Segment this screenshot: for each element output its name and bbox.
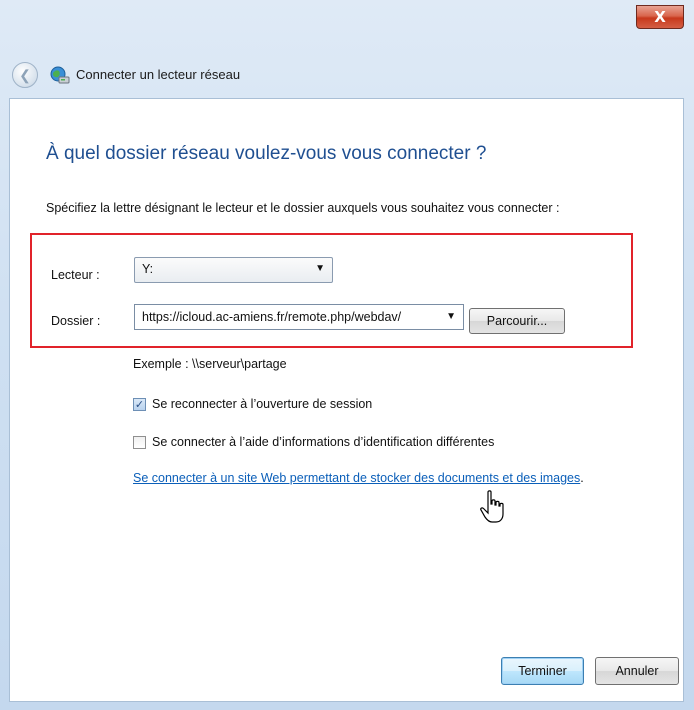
cancel-button[interactable]: Annuler	[595, 657, 679, 685]
other-credentials-checkbox[interactable]	[133, 435, 146, 449]
browse-button[interactable]: Parcourir...	[469, 308, 565, 334]
web-storage-link-row: Se connecter à un site Web permettant de…	[133, 471, 584, 485]
reconnect-checkbox[interactable]: ✓	[133, 397, 146, 411]
hand-pointer-icon	[480, 490, 504, 523]
folder-combobox[interactable]: https://icloud.ac-amiens.fr/remote.php/w…	[134, 304, 464, 330]
drive-value: Y:	[142, 262, 154, 276]
link-suffix: .	[580, 471, 584, 485]
other-credentials-label: Se connecter à l’aide d’informations d’i…	[152, 435, 495, 449]
reconnect-label: Se reconnecter à l’ouverture de session	[152, 397, 373, 411]
drive-label: Lecteur :	[51, 268, 100, 282]
chevron-down-icon[interactable]: ▼	[446, 311, 456, 322]
back-arrow-icon: ❮	[19, 66, 31, 83]
instructions-text: Spécifiez la lettre désignant le lecteur…	[46, 201, 560, 215]
close-icon: X	[654, 8, 666, 26]
back-button[interactable]: ❮	[12, 62, 38, 88]
close-button[interactable]: X	[636, 5, 684, 29]
other-credentials-option[interactable]: Se connecter à l’aide d’informations d’i…	[133, 435, 494, 449]
folder-label: Dossier :	[51, 314, 101, 328]
chevron-down-icon: ▼	[315, 263, 325, 274]
finish-button[interactable]: Terminer	[501, 657, 584, 685]
reconnect-option[interactable]: ✓ Se reconnecter à l’ouverture de sessio…	[133, 397, 372, 411]
drive-select[interactable]: Y: ▼	[134, 257, 333, 283]
web-storage-link[interactable]: Se connecter à un site Web permettant de…	[133, 471, 580, 485]
network-drive-icon	[50, 66, 70, 84]
example-text: Exemple : \\serveur\partage	[133, 357, 287, 371]
window-title: Connecter un lecteur réseau	[76, 67, 241, 82]
page-heading: À quel dossier réseau voulez-vous vous c…	[46, 143, 487, 164]
folder-input-value: https://icloud.ac-amiens.fr/remote.php/w…	[142, 310, 402, 324]
